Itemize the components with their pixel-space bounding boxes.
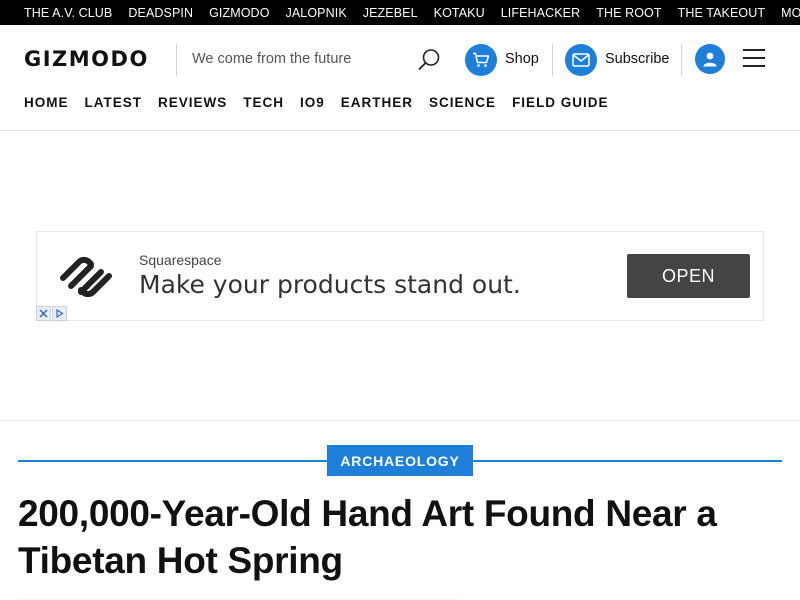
network-link-deadspin[interactable]: DEADSPIN bbox=[128, 6, 193, 20]
nav-item-tech[interactable]: TECH bbox=[243, 95, 284, 113]
search-icon[interactable] bbox=[416, 47, 442, 73]
main-nav: HOME LATEST REVIEWS TECH IO9 EARTHER SCI… bbox=[24, 95, 625, 113]
site-tagline: We come from the future bbox=[192, 51, 352, 67]
network-bar: THE A.V. CLUB DEADSPIN GIZMODO JALOPNIK … bbox=[0, 0, 800, 25]
cart-icon bbox=[473, 52, 490, 67]
adchoices-badge[interactable] bbox=[36, 306, 68, 321]
network-link-gizmodo[interactable]: GIZMODO bbox=[209, 6, 269, 20]
nav-item-latest[interactable]: LATEST bbox=[85, 95, 143, 113]
subscribe-button[interactable] bbox=[565, 44, 597, 76]
ad-brand: Squarespace bbox=[139, 252, 222, 268]
shop-label[interactable]: Shop bbox=[505, 51, 539, 67]
adchoices-icon[interactable] bbox=[52, 306, 67, 321]
header-divider bbox=[176, 44, 177, 76]
hamburger-menu-icon[interactable] bbox=[743, 49, 765, 69]
ad-divider bbox=[0, 420, 800, 421]
account-button[interactable] bbox=[695, 44, 725, 74]
network-more-button[interactable]: MORE bbox=[781, 6, 800, 20]
header-divider bbox=[552, 44, 553, 76]
more-label: MORE bbox=[781, 5, 800, 20]
user-icon bbox=[703, 52, 717, 67]
network-link-jalopnik[interactable]: JALOPNIK bbox=[286, 6, 347, 20]
nav-item-earther[interactable]: EARTHER bbox=[341, 95, 413, 113]
mail-icon bbox=[572, 53, 590, 67]
network-link-kotaku[interactable]: KOTAKU bbox=[434, 6, 485, 20]
nav-item-io9[interactable]: IO9 bbox=[300, 95, 325, 113]
close-icon[interactable] bbox=[36, 306, 51, 321]
nav-item-field-guide[interactable]: FIELD GUIDE bbox=[512, 95, 609, 113]
network-link-theroot[interactable]: THE ROOT bbox=[596, 6, 661, 20]
article-subheadline-cutoff bbox=[18, 592, 618, 600]
nav-item-home[interactable]: HOME bbox=[24, 95, 69, 113]
ad-headline[interactable]: Make your products stand out. bbox=[139, 270, 521, 299]
site-header: GIZMODO We come from the future Shop Sub… bbox=[0, 25, 800, 95]
squarespace-logo-icon bbox=[60, 256, 112, 298]
network-link-avclub[interactable]: THE A.V. CLUB bbox=[24, 6, 112, 20]
network-link-jezebel[interactable]: JEZEBEL bbox=[363, 6, 418, 20]
category-tag[interactable]: ARCHAEOLOGY bbox=[327, 445, 473, 476]
banner-ad[interactable]: Squarespace Make your products stand out… bbox=[36, 231, 764, 321]
nav-item-science[interactable]: SCIENCE bbox=[429, 95, 496, 113]
ad-open-button[interactable]: OPEN bbox=[627, 254, 750, 298]
shop-button[interactable] bbox=[465, 44, 497, 76]
subscribe-label[interactable]: Subscribe bbox=[605, 51, 669, 67]
network-link-lifehacker[interactable]: LIFEHACKER bbox=[501, 6, 581, 20]
site-logo[interactable]: GIZMODO bbox=[24, 47, 149, 71]
header-divider bbox=[681, 44, 682, 76]
article-headline: 200,000-Year-Old Hand Art Found Near a T… bbox=[18, 493, 717, 581]
network-link-thetakeout[interactable]: THE TAKEOUT bbox=[678, 6, 765, 20]
nav-item-reviews[interactable]: REVIEWS bbox=[158, 95, 227, 113]
